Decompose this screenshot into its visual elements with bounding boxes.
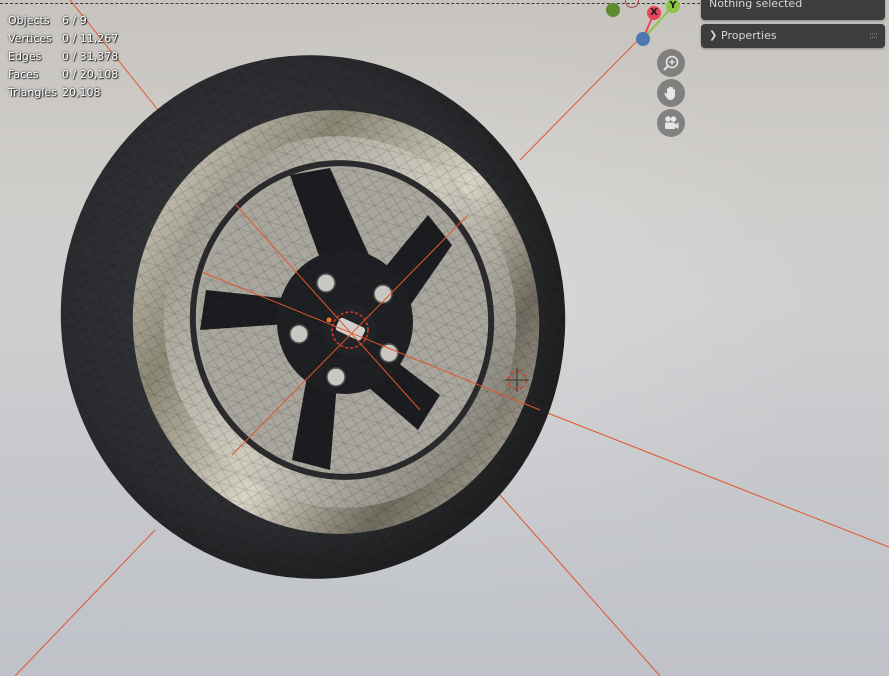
sidebar-panel: Nothing selected ❯ Properties :::: (701, 0, 885, 48)
hand-pan-icon (664, 86, 675, 100)
viewport-border (0, 3, 700, 4)
properties-label: Properties (721, 29, 777, 42)
stat-row-edges: Edges 0 / 31,378 (8, 49, 118, 67)
scene-statistics: Objects 6 / 9 Vertices 0 / 11,267 Edges … (8, 13, 118, 103)
gizmo-x-axis[interactable]: X (647, 6, 661, 20)
wheel-model-scene[interactable] (0, 0, 889, 676)
properties-panel-header[interactable]: ❯ Properties :::: (701, 24, 885, 48)
pan-button[interactable] (657, 79, 685, 107)
gizmo-neg-z-dot[interactable] (636, 32, 650, 46)
zoom-icon (663, 55, 679, 71)
stat-row-faces: Faces 0 / 20,108 (8, 67, 118, 85)
stat-label: Objects (8, 14, 50, 27)
stat-label: Faces (8, 68, 39, 81)
selection-status: Nothing selected (701, 0, 885, 20)
chevron-right-icon: ❯ (709, 30, 718, 41)
3d-viewport[interactable]: Objects 6 / 9 Vertices 0 / 11,267 Edges … (0, 0, 889, 676)
camera-view-button[interactable] (657, 109, 685, 137)
stat-row-vertices: Vertices 0 / 11,267 (8, 31, 118, 49)
stat-label: Vertices (8, 32, 52, 45)
stat-value: 6 / 9 (62, 14, 87, 27)
camera-icon (665, 116, 679, 129)
gizmo-neg-y-dot[interactable] (606, 3, 620, 17)
stat-value: 20,108 (62, 86, 101, 99)
stat-value: 0 / 11,267 (62, 32, 119, 45)
drag-grip-icon[interactable]: :::: (869, 28, 878, 44)
stat-value: 0 / 31,378 (62, 50, 119, 63)
zoom-button[interactable] (657, 49, 685, 77)
stat-value: 0 / 20,108 (62, 68, 119, 81)
navigation-gizmo[interactable]: X Y (598, 0, 688, 52)
stat-label: Edges (8, 50, 42, 63)
stat-row-triangles: Triangles 20,108 (8, 85, 118, 103)
stat-label: Triangles (8, 86, 57, 99)
stat-row-objects: Objects 6 / 9 (8, 13, 118, 31)
